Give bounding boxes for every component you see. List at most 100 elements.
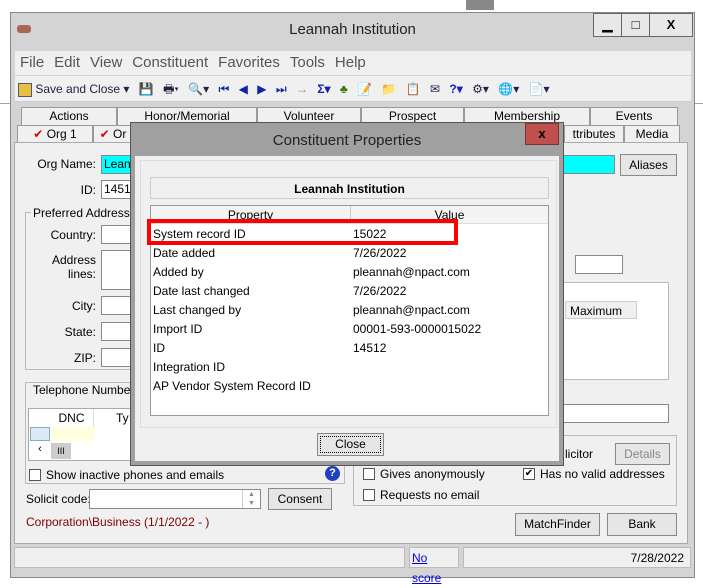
web-icon[interactable]: 🌐▾ [495,78,522,100]
type-column-header: Ty [116,411,129,425]
id-label: ID: [80,183,96,197]
right-lower-input[interactable] [563,404,669,423]
scroll-left-button[interactable]: ‹ [30,443,50,459]
tab-actions[interactable]: Actions [21,107,117,125]
save-and-close-button[interactable]: Save and Close ▾ [15,78,132,100]
tab-events[interactable]: Events [590,107,678,125]
property-name: Added by [153,265,204,279]
org-type-text: Corporation\Business (1/1/2022 - ) [26,515,210,529]
org-name-label: Org Name: [37,157,96,171]
dialog-close-button[interactable]: x [525,123,559,145]
property-value: 00001-593-0000015022 [353,322,482,336]
folder-icon[interactable]: 📁 [378,78,399,100]
has-no-valid-addresses-checkbox[interactable]: ✔ [523,468,535,480]
consent-button[interactable]: Consent [268,488,332,510]
help-icon[interactable]: ? [325,466,340,481]
show-inactive-label: Show inactive phones and emails [46,468,225,482]
close-button[interactable]: Close [317,433,384,456]
property-row[interactable]: Added by pleannah@npact.com [153,263,543,282]
save-close-icon [18,82,32,97]
property-name: Last changed by [153,303,242,317]
first-icon[interactable]: ⏮ [216,78,233,100]
window-title: Leannah Institution [289,21,416,38]
right-small-input[interactable] [575,255,623,274]
edit-icon[interactable]: 📋 [403,78,424,100]
aliases-button[interactable]: Aliases [620,154,677,176]
desktop-icon [466,0,494,10]
has-no-valid-addresses-label: Has no valid addresses [540,467,665,481]
details-button[interactable]: Details [615,443,670,465]
scrollbar-thumb[interactable]: III [51,443,71,459]
tree-icon[interactable]: ♣ [337,78,351,100]
property-row[interactable]: ID 14512 [153,339,543,358]
minimize-button[interactable]: ▁ [593,13,622,37]
check-icon: ✔ [33,127,44,141]
check-icon: ✔ [99,127,110,141]
menu-file[interactable]: File [15,51,49,75]
sum-icon[interactable]: Σ▾ [314,78,333,100]
menu-edit[interactable]: Edit [49,51,85,75]
selected-row-cell [30,427,50,441]
menu-help[interactable]: Help [330,51,371,75]
property-name: Integration ID [153,360,226,374]
property-name: Date added [153,246,216,260]
save-close-label: Save and Close [35,82,121,96]
dialog-heading: Leannah Institution [150,177,549,199]
property-name: ID [153,341,165,355]
property-row[interactable]: AP Vendor System Record ID [153,377,543,396]
menu-favorites[interactable]: Favorites [213,51,285,75]
solicit-code-spinner[interactable]: ▲ ▼ [242,490,260,508]
solicit-code-input[interactable] [89,489,261,509]
status-panel [14,547,405,568]
gives-anonymously-label: Gives anonymously [380,467,485,481]
goto-icon[interactable]: → [293,78,311,100]
constituent-properties-dialog: Constituent Properties x Leannah Institu… [130,122,564,466]
print-icon[interactable]: 🖶▾ [160,78,182,100]
card-icon[interactable]: ✉ [427,78,443,100]
document-icon[interactable]: 📄▾ [526,78,553,100]
menu-constituent[interactable]: Constituent [127,51,213,75]
state-label: State: [64,325,96,339]
gives-anonymously-checkbox[interactable] [363,468,375,480]
tab-attributes[interactable]: ttributes [564,125,624,143]
toolbar: Save and Close ▾ 💾 🖶▾ 🔍▾ ⏮ ◀ ▶ ⏭ → Σ▾ ♣ … [15,76,691,102]
dialog-title: Constituent Properties [272,132,422,149]
bank-button[interactable]: Bank [607,513,677,536]
no-score-link[interactable]: No score [409,547,459,585]
menu-view[interactable]: View [85,51,127,75]
preview-icon[interactable]: 🔍▾ [185,78,212,100]
save-icon[interactable]: 💾 [136,78,157,100]
next-icon[interactable]: ▶ [254,78,269,100]
help-icon[interactable]: ?▾ [446,78,465,100]
menu-bar: File Edit View Constituent Favorites Tools Hel… [15,51,691,75]
prev-icon[interactable]: ◀ [236,78,251,100]
property-row[interactable]: Last changed by pleannah@npact.com [153,301,543,320]
property-row[interactable]: Integration ID [153,358,543,377]
last-icon[interactable]: ⏭ [273,78,290,100]
requests-no-email-checkbox[interactable] [363,489,375,501]
property-value: 14512 [353,341,387,355]
maximize-button[interactable]: □ [621,13,650,37]
solicit-code-label: Solicit code: [26,492,91,506]
tools-icon[interactable]: ⚙▾ [469,78,492,100]
dnc-cell[interactable] [51,427,94,441]
close-button[interactable]: X [649,13,693,37]
property-row[interactable]: Date added 7/26/2022 [153,244,543,263]
menu-tools[interactable]: Tools [285,51,330,75]
property-row[interactable]: Import ID 00001-593-0000015022 [153,320,543,339]
properties-rows: System record ID 15022 Date added 7/26/2022… [153,225,543,396]
tab-media[interactable]: Media [624,125,680,143]
background-line [695,103,703,104]
city-label: City: [72,299,96,313]
matchfinder-button[interactable]: MatchFinder [515,513,600,536]
property-row[interactable]: Date last changed 7/26/2022 [153,282,543,301]
tab-org-2[interactable]: ✔ Or [93,125,133,143]
solicitor-label: licitor [565,447,594,461]
background-line [0,103,10,104]
show-inactive-checkbox[interactable] [29,469,41,481]
telephone-numbers-label: Telephone Numbers [31,383,143,397]
highlight-box [147,219,458,245]
status-bar: No score 7/28/2022 [14,547,691,585]
property-value: 7/26/2022 [353,284,407,298]
note-icon[interactable]: 📝 [354,78,375,100]
